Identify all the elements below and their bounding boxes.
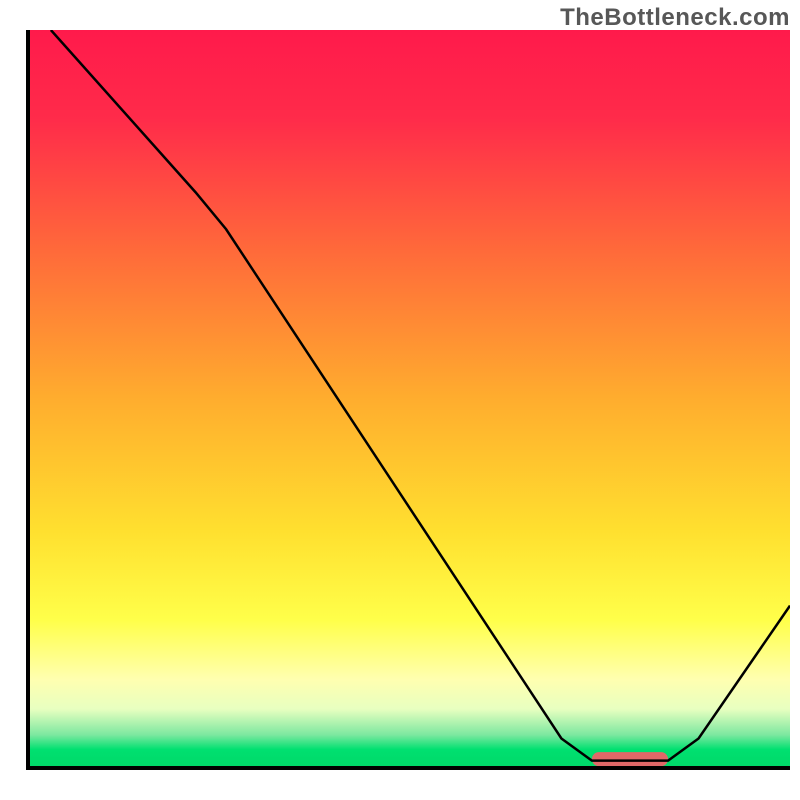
watermark-text: TheBottleneck.com — [560, 4, 790, 32]
chart-wrapper: TheBottleneck.com — [0, 0, 800, 800]
bottleneck-chart — [0, 0, 800, 800]
gradient-background — [28, 30, 790, 768]
plot-area — [26, 30, 790, 770]
optimum-marker — [592, 752, 668, 766]
